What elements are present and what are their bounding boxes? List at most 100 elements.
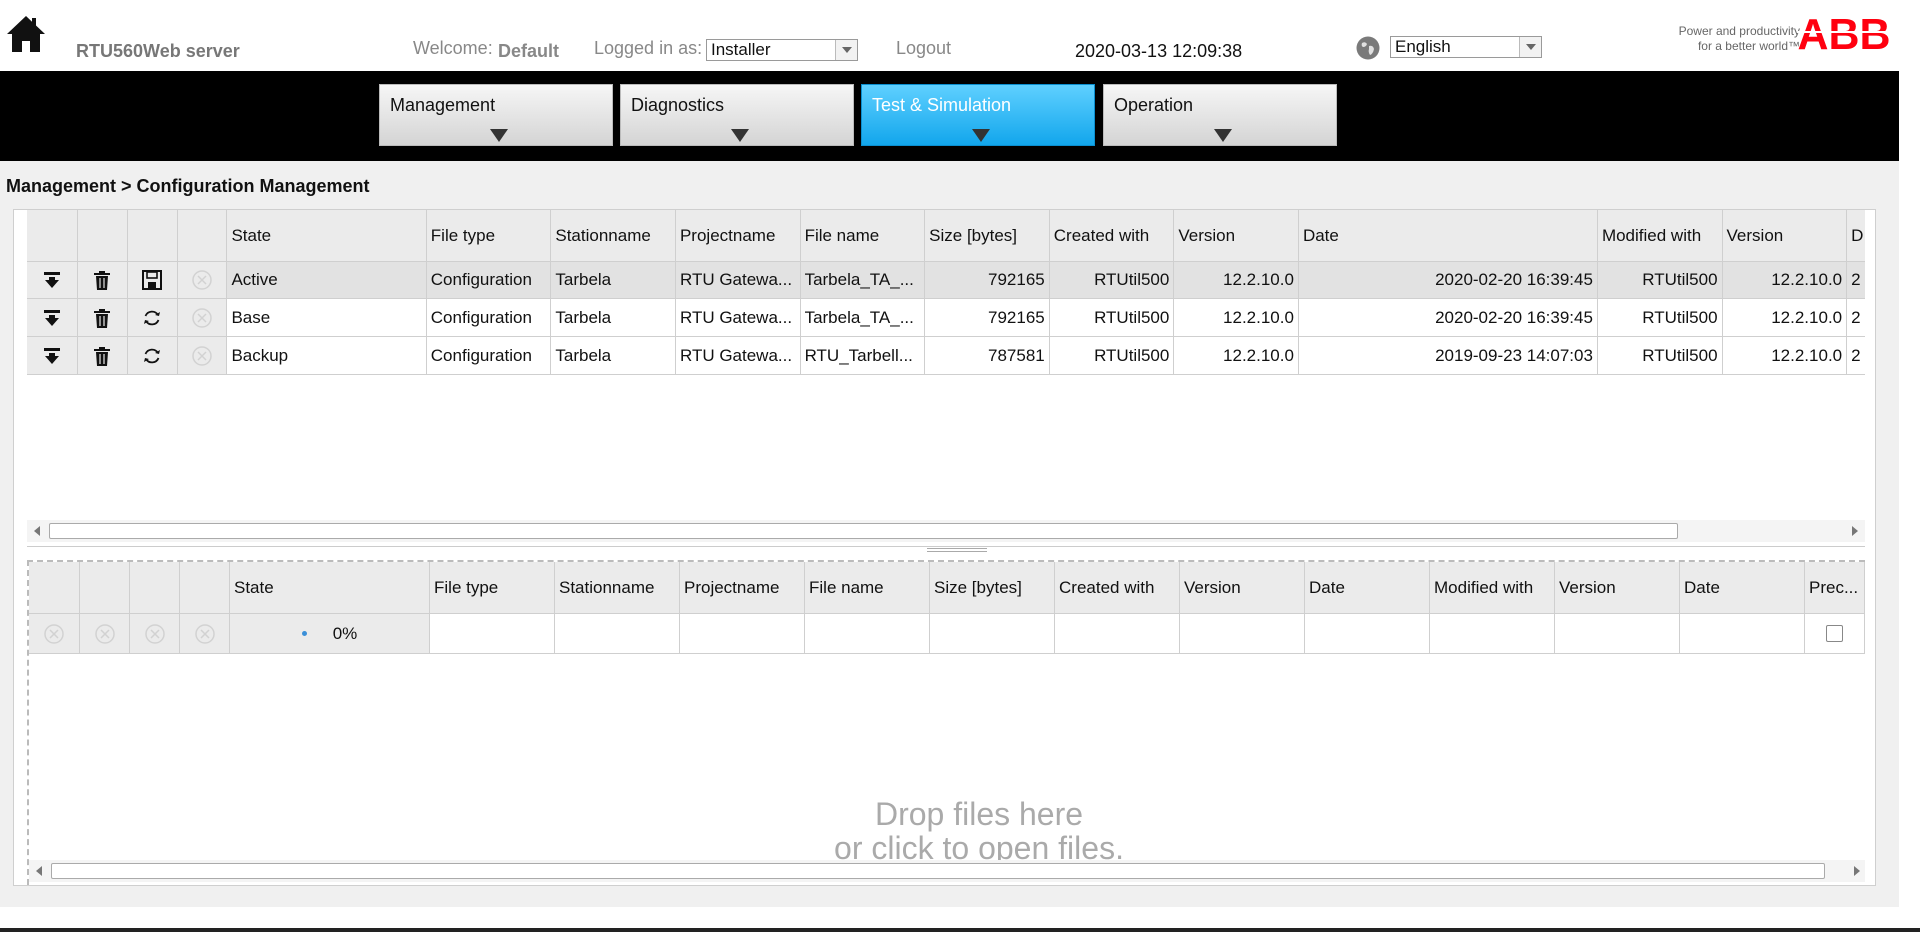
- trash-icon[interactable]: [91, 307, 113, 329]
- nav-tab-operation[interactable]: Operation: [1103, 84, 1337, 146]
- prec-checkbox[interactable]: [1826, 625, 1843, 642]
- scrollbar-thumb[interactable]: [49, 523, 1678, 539]
- refresh-icon[interactable]: [141, 307, 163, 329]
- cell-mod-version: 12.2.10.0: [1722, 299, 1848, 337]
- column-header-size[interactable]: Size [bytes]: [925, 210, 1050, 262]
- column-header-size[interactable]: Size [bytes]: [930, 562, 1055, 614]
- dropzone-line1: Drop files here: [874, 796, 1084, 832]
- empty-cell: [1430, 614, 1555, 654]
- column-header-mod-date[interactable]: Date: [1680, 562, 1805, 614]
- table-row[interactable]: Backup Configuration Tarbela RTU Gatewa.…: [27, 337, 1865, 375]
- empty-cell: [555, 614, 680, 654]
- column-header-version[interactable]: Version: [1180, 562, 1305, 614]
- table-row[interactable]: Active Configuration Tarbela RTU Gatewa.…: [27, 262, 1865, 299]
- column-header-mod-version[interactable]: Version: [1722, 210, 1848, 262]
- cell-extra: 2: [1847, 299, 1865, 337]
- cell-stationname: Tarbela: [551, 337, 676, 375]
- cell-projectname: RTU Gatewa...: [675, 337, 801, 375]
- column-header-modified-with[interactable]: Modified with: [1597, 210, 1723, 262]
- cell-stationname: Tarbela: [551, 262, 676, 299]
- save-cell: [127, 262, 178, 299]
- panel-splitter[interactable]: [27, 546, 1865, 556]
- refresh-icon[interactable]: [141, 345, 163, 367]
- upload-row: 0%: [29, 614, 1865, 654]
- footer-strip: [0, 928, 1920, 932]
- delete-cell: [77, 262, 128, 299]
- horizontal-scrollbar[interactable]: [29, 860, 1865, 882]
- table-row[interactable]: Base Configuration Tarbela RTU Gatewa...…: [27, 299, 1865, 337]
- tagline-line1: Power and productivity: [1678, 24, 1800, 38]
- column-header-date[interactable]: Date: [1298, 210, 1598, 262]
- cell-file-name: RTU_Tarbell...: [800, 337, 926, 375]
- scroll-left-icon[interactable]: [29, 860, 49, 882]
- file-dropzone[interactable]: Drop files here or click to open files.: [529, 797, 1429, 865]
- nav-tab-label: Management: [390, 95, 496, 115]
- nav-tab-diagnostics[interactable]: Diagnostics: [620, 84, 854, 146]
- cell-date: 2019-09-23 14:07:03: [1298, 337, 1598, 375]
- column-header-projectname[interactable]: Projectname: [675, 210, 801, 262]
- column-header-created-with[interactable]: Created with: [1055, 562, 1180, 614]
- chevron-down-icon: [1519, 37, 1541, 57]
- action-column-header: [130, 562, 180, 614]
- splitter-grip-icon[interactable]: [927, 548, 987, 552]
- cancel-circle-icon: [192, 307, 212, 328]
- nav-tab-label: Diagnostics: [631, 95, 725, 115]
- column-header-mod-version[interactable]: Version: [1555, 562, 1680, 614]
- home-icon[interactable]: [5, 14, 47, 54]
- download-icon[interactable]: [41, 307, 63, 329]
- tagline-line2: for a better world™: [1697, 39, 1800, 53]
- cell-mod-version: 12.2.10.0: [1722, 262, 1848, 299]
- cell-created-with: RTUtil500: [1049, 299, 1175, 337]
- horizontal-scrollbar[interactable]: [27, 520, 1865, 542]
- column-header-prec[interactable]: Prec...: [1805, 562, 1865, 614]
- cell-version: 12.2.10.0: [1174, 262, 1299, 299]
- trash-icon[interactable]: [91, 269, 113, 291]
- column-header-projectname[interactable]: Projectname: [680, 562, 805, 614]
- cell-projectname: RTU Gatewa...: [675, 299, 801, 337]
- empty-cell: [1305, 614, 1430, 654]
- cell-created-with: RTUtil500: [1049, 262, 1175, 299]
- empty-cell: [1180, 614, 1305, 654]
- scrollbar-thumb[interactable]: [51, 863, 1825, 879]
- scroll-right-icon[interactable]: [1847, 860, 1865, 882]
- column-header-file-name[interactable]: File name: [800, 210, 926, 262]
- dropdown-arrow-icon: [490, 129, 508, 142]
- column-header-modified-with[interactable]: Modified with: [1430, 562, 1555, 614]
- logout-link[interactable]: Logout: [896, 38, 951, 59]
- column-header-file-name[interactable]: File name: [805, 562, 930, 614]
- breadcrumb: Management > Configuration Management: [6, 176, 370, 196]
- cell-stationname: Tarbela: [551, 299, 676, 337]
- column-header-file-type[interactable]: File type: [430, 562, 555, 614]
- nav-tab-test-simulation[interactable]: Test & Simulation: [861, 84, 1095, 146]
- download-icon[interactable]: [41, 269, 63, 291]
- upload-progress-cell: 0%: [230, 614, 430, 654]
- column-header-stationname[interactable]: Stationname: [555, 562, 680, 614]
- action-column-header: [77, 210, 128, 262]
- cell-file-type: Configuration: [426, 299, 552, 337]
- column-header-stationname[interactable]: Stationname: [551, 210, 676, 262]
- column-header-created-with[interactable]: Created with: [1049, 210, 1175, 262]
- cell-version: 12.2.10.0: [1174, 299, 1299, 337]
- column-header-state[interactable]: State: [230, 562, 430, 614]
- trash-icon[interactable]: [91, 345, 113, 367]
- upload-grid[interactable]: State File type Stationname Projectname …: [27, 560, 1865, 885]
- scroll-left-icon[interactable]: [27, 520, 47, 542]
- column-header-extra[interactable]: D: [1847, 210, 1865, 262]
- save-icon[interactable]: [141, 269, 163, 291]
- logged-in-label: Logged in as:: [594, 38, 703, 58]
- download-icon[interactable]: [41, 345, 63, 367]
- language-select[interactable]: English: [1390, 36, 1542, 58]
- cell-size: 792165: [925, 262, 1050, 299]
- welcome-label: Welcome:: [413, 38, 493, 58]
- role-select[interactable]: Installer: [706, 39, 858, 61]
- restore-cell: [127, 337, 178, 375]
- column-header-version[interactable]: Version: [1174, 210, 1299, 262]
- nav-tab-management[interactable]: Management: [379, 84, 613, 146]
- delete-cell: [77, 299, 128, 337]
- scroll-right-icon[interactable]: [1845, 520, 1865, 542]
- action-column-header: [127, 210, 178, 262]
- delete-cell: [77, 337, 128, 375]
- column-header-date[interactable]: Date: [1305, 562, 1430, 614]
- column-header-state[interactable]: State: [227, 210, 427, 262]
- column-header-file-type[interactable]: File type: [426, 210, 552, 262]
